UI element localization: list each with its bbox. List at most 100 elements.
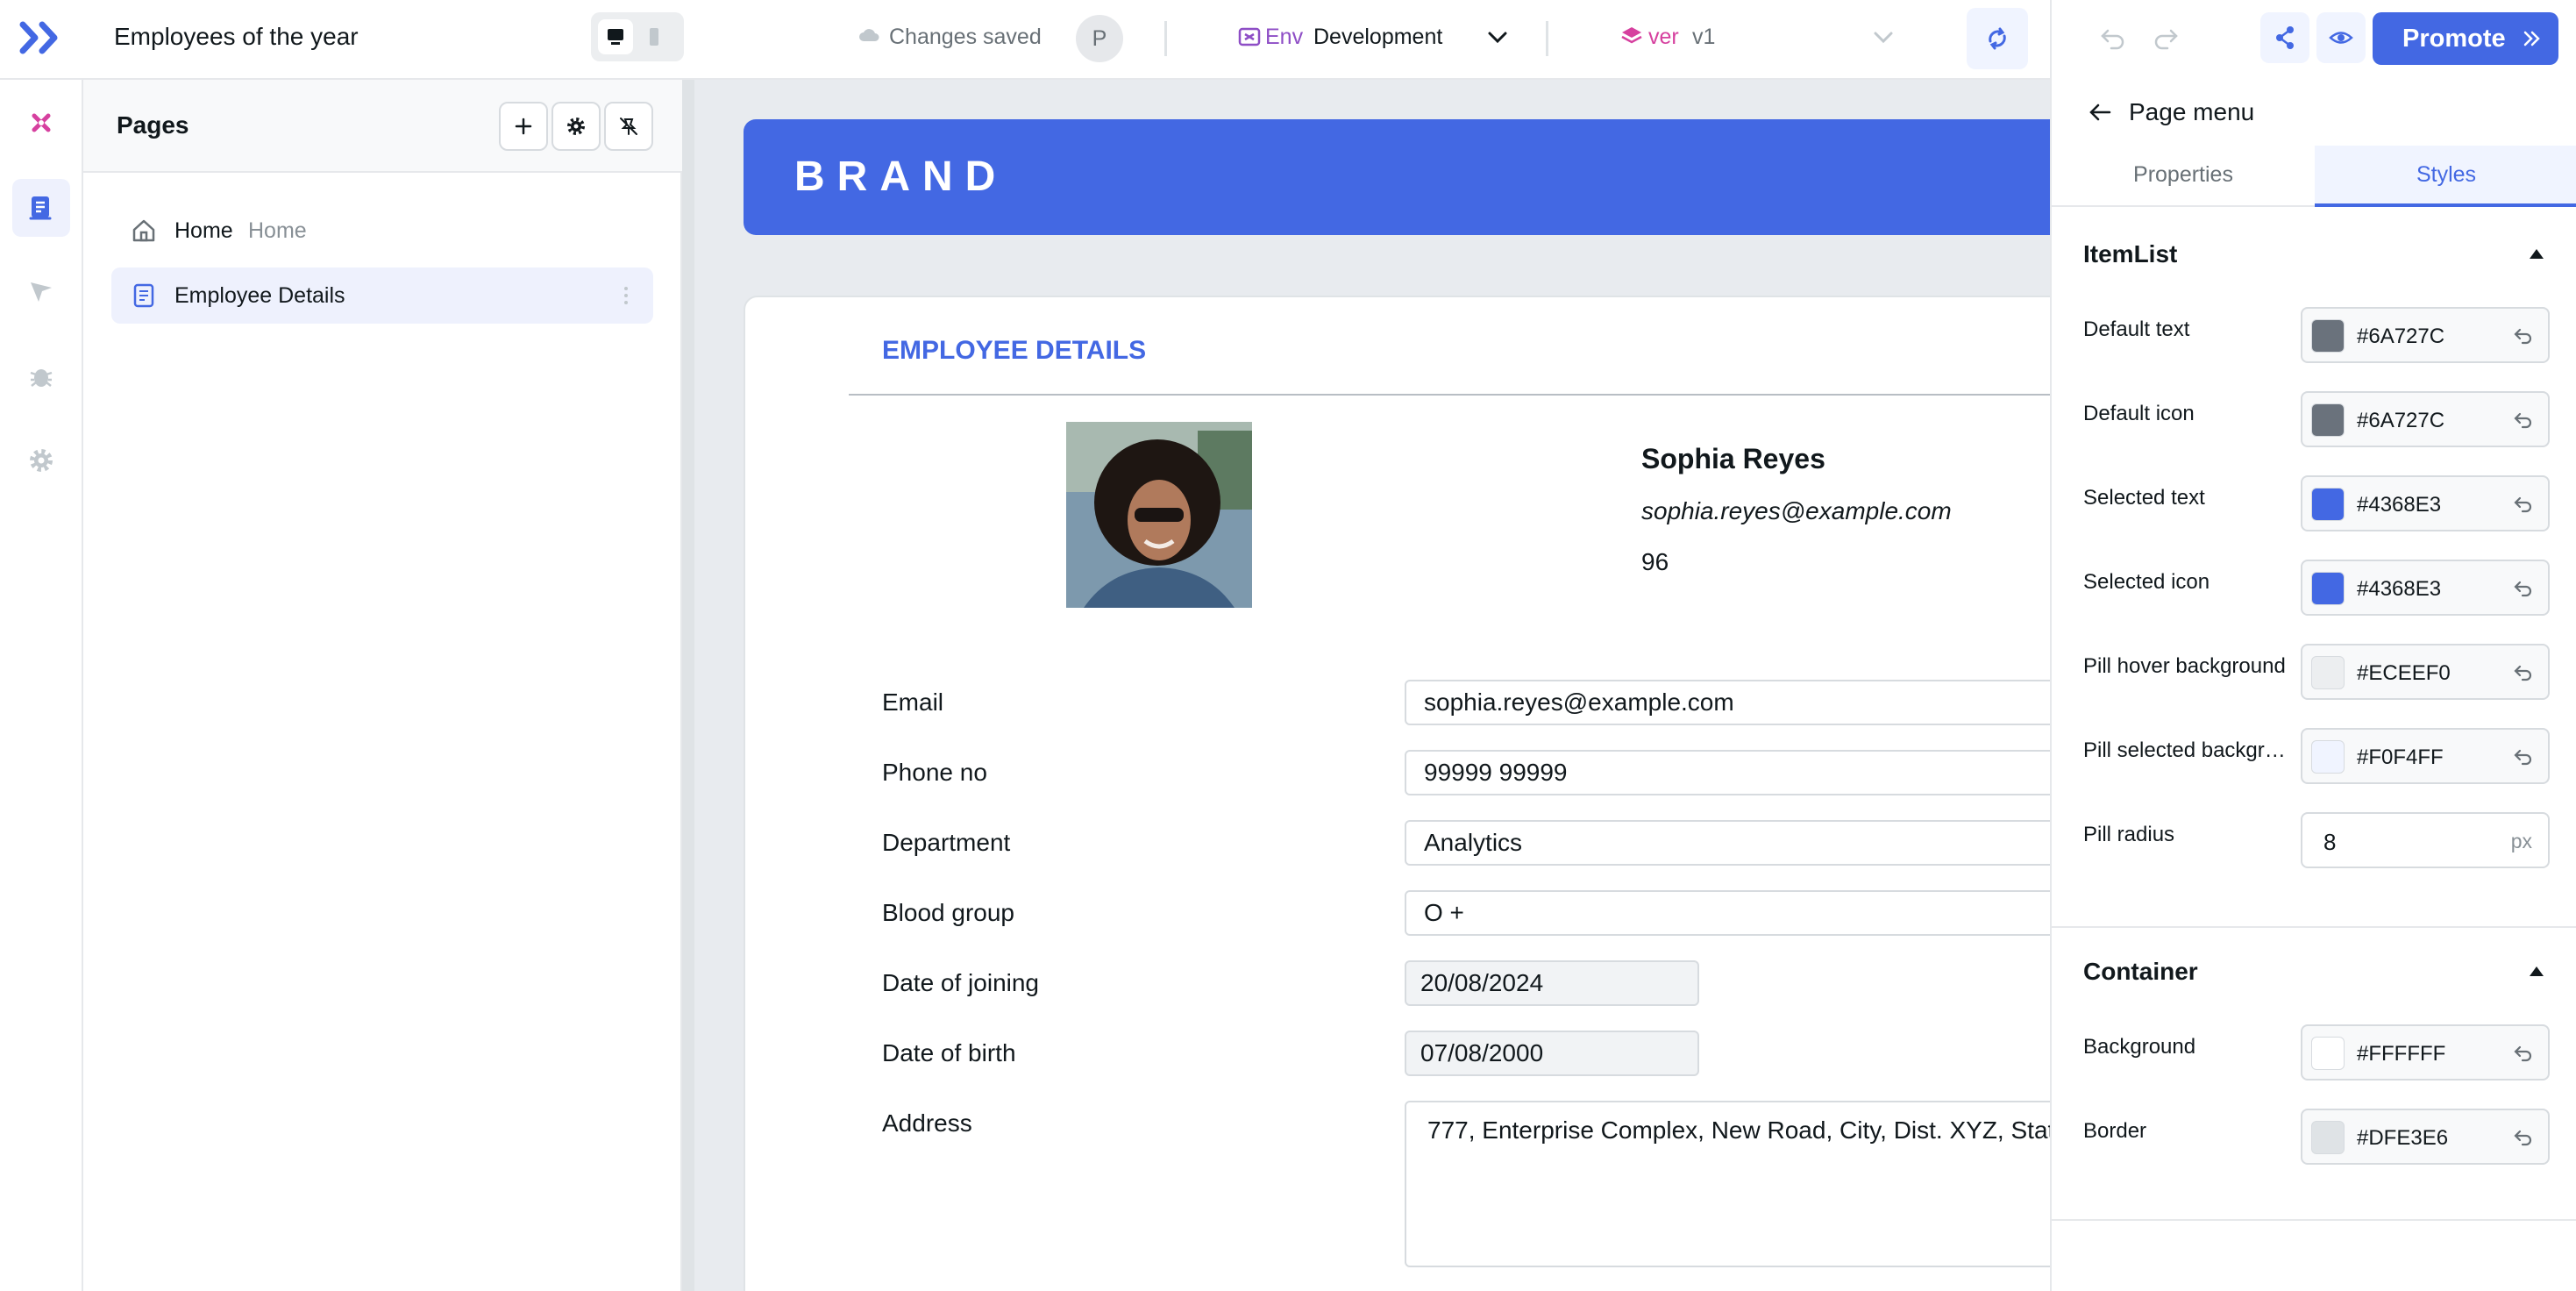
rail-queries-button[interactable]: [12, 262, 70, 320]
divider: [849, 394, 2050, 396]
color-picker-default-text[interactable]: #6A727C: [2301, 307, 2550, 363]
rail-settings-button[interactable]: [12, 432, 70, 489]
field-label-email: Email: [882, 688, 944, 716]
rail-debugger-button[interactable]: [12, 347, 70, 405]
divider: [2052, 926, 2576, 928]
color-picker-pill-hover-background[interactable]: #ECEEF0: [2301, 644, 2550, 700]
color-swatch[interactable]: [2311, 1037, 2345, 1070]
color-picker-selected-text[interactable]: #4368E3: [2301, 475, 2550, 531]
undo-icon[interactable]: [2099, 24, 2127, 52]
color-swatch[interactable]: [2311, 572, 2345, 605]
rail-pages-button[interactable]: [12, 179, 70, 237]
reset-icon[interactable]: [2513, 579, 2534, 598]
app-logo-icon[interactable]: [19, 19, 63, 56]
device-toggle: [591, 12, 684, 61]
reset-icon[interactable]: [2513, 495, 2534, 514]
bug-icon: [30, 369, 53, 387]
desktop-icon: [608, 29, 623, 45]
date-of-birth-field[interactable]: 07/08/2000: [1405, 1031, 1699, 1076]
date-of-joining-field[interactable]: 20/08/2024: [1405, 960, 1699, 1006]
version-select[interactable]: v1: [1692, 25, 1715, 50]
prop-label: Default icon: [2083, 402, 2195, 425]
share-button[interactable]: [2260, 12, 2309, 63]
color-swatch[interactable]: [2311, 740, 2345, 774]
brand-header[interactable]: BRAND: [744, 119, 2050, 235]
desktop-view-button[interactable]: [598, 19, 633, 54]
employee-email: sophia.reyes@example.com: [1641, 497, 1952, 524]
color-swatch[interactable]: [2311, 1121, 2345, 1154]
unpin-panel-button[interactable]: [604, 102, 653, 151]
page-settings-button[interactable]: [551, 102, 601, 151]
divider: [1164, 21, 1167, 56]
section-title-container[interactable]: Container: [2083, 958, 2198, 986]
rail-plugin-button[interactable]: [12, 94, 70, 152]
divider: [2052, 1219, 2576, 1221]
mobile-icon: [650, 28, 658, 46]
save-status: Changes saved: [889, 25, 1042, 49]
employee-number: 96: [1641, 548, 1669, 575]
prop-label: Pill hover background: [2083, 654, 2286, 678]
card-heading: EMPLOYEE DETAILS: [882, 336, 1147, 365]
reset-icon[interactable]: [2513, 663, 2534, 682]
color-hex: #F0F4FF: [2357, 745, 2444, 769]
mobile-view-button[interactable]: [637, 19, 672, 54]
phone-field[interactable]: 99999 99999: [1405, 750, 2050, 795]
color-picker-selected-icon[interactable]: #4368E3: [2301, 560, 2550, 616]
redo-icon[interactable]: [2152, 24, 2180, 52]
field-label-date-of-birth: Date of birth: [882, 1039, 1016, 1066]
user-avatar[interactable]: P: [1076, 15, 1123, 62]
tab-properties[interactable]: Properties: [2052, 146, 2315, 207]
prop-label: Pill radius: [2083, 823, 2175, 846]
department-field[interactable]: Analytics: [1405, 820, 2050, 866]
component-title: Page menu: [2129, 98, 2255, 125]
employee-details-card[interactable]: EMPLOYEE DETAILS Sophia Reyes sophia.rey…: [744, 296, 2050, 1291]
color-swatch[interactable]: [2311, 319, 2345, 353]
double-chevron-right-icon: [2523, 31, 2540, 46]
more-options-icon[interactable]: [622, 283, 630, 308]
color-swatch[interactable]: [2311, 403, 2345, 437]
tab-styles[interactable]: Styles: [2315, 146, 2576, 207]
color-swatch[interactable]: [2311, 656, 2345, 689]
canvas-resize-strip[interactable]: [682, 80, 694, 1291]
color-picker-border[interactable]: #DFE3E6: [2301, 1109, 2550, 1165]
address-textarea[interactable]: 777, Enterprise Complex, New Road, City,…: [1405, 1101, 2050, 1267]
app-title[interactable]: Employees of the year: [114, 23, 359, 51]
chevron-down-icon[interactable]: [1871, 28, 1896, 47]
color-hex: #4368E3: [2357, 577, 2442, 601]
collapse-caret-icon[interactable]: [2527, 246, 2546, 261]
promote-button[interactable]: Promote: [2373, 12, 2558, 65]
add-page-button[interactable]: [499, 102, 548, 151]
field-label-department: Department: [882, 829, 1011, 856]
blood-group-field[interactable]: O +: [1405, 890, 2050, 936]
color-hex: #6A727C: [2357, 409, 2445, 432]
reset-icon[interactable]: [2513, 747, 2534, 767]
page-item-employee-details[interactable]: Employee Details: [111, 267, 653, 324]
chevron-down-icon[interactable]: [1485, 28, 1510, 47]
color-picker-default-icon[interactable]: #6A727C: [2301, 391, 2550, 447]
preview-button[interactable]: [2316, 12, 2366, 63]
share-icon: [2276, 26, 2294, 49]
version-label: ver: [1648, 25, 1679, 49]
cursor-icon: [31, 282, 52, 302]
pages-panel: Pages Home Home Employee Details: [83, 80, 682, 1291]
refresh-button[interactable]: [1967, 8, 2028, 69]
environment-select[interactable]: Development: [1313, 25, 1442, 50]
email-field[interactable]: sophia.reyes@example.com: [1405, 680, 2050, 725]
inspector-panel: Promote Page menu Properties Styles Item…: [2050, 0, 2576, 1291]
prop-label: Selected text: [2083, 486, 2205, 510]
back-arrow-icon[interactable]: [2087, 100, 2113, 125]
gear-icon: [30, 449, 53, 472]
reset-icon[interactable]: [2513, 410, 2534, 430]
field-label-phone: Phone no: [882, 759, 987, 786]
reset-icon[interactable]: [2513, 326, 2534, 346]
color-picker-pill-selected-background[interactable]: #F0F4FF: [2301, 728, 2550, 784]
color-picker-background[interactable]: #FFFFFF: [2301, 1024, 2550, 1081]
collapse-caret-icon[interactable]: [2527, 963, 2546, 979]
reset-icon[interactable]: [2513, 1128, 2534, 1147]
pill-radius-input[interactable]: 8 px: [2301, 812, 2550, 868]
employee-photo: [1066, 422, 1252, 608]
color-swatch[interactable]: [2311, 488, 2345, 521]
page-item-home[interactable]: Home Home: [111, 203, 653, 259]
reset-icon[interactable]: [2513, 1044, 2534, 1063]
section-title-itemlist[interactable]: ItemList: [2083, 240, 2177, 268]
